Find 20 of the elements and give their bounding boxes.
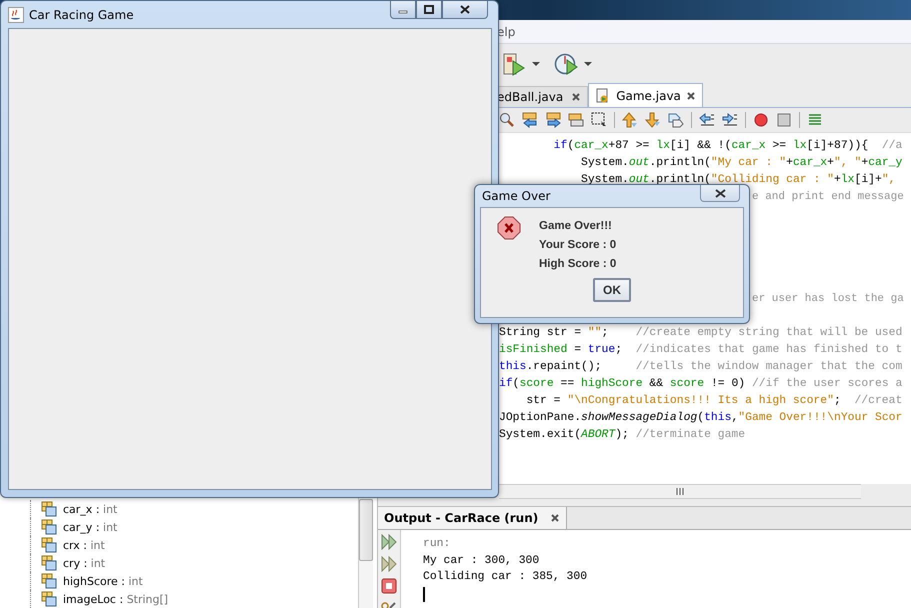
console-line: My car : 300, 300	[423, 554, 540, 568]
message-text: Your Score : 0	[539, 238, 616, 253]
message-text: Game Over!!!	[539, 219, 613, 234]
code-line: JOptionPane.showMessageDialog(this,"Game Over!!!\nYour Scor	[499, 410, 902, 426]
console-line: run:	[423, 537, 450, 552]
dialog-title: Game Over	[482, 189, 550, 203]
window-title: Car Racing Game	[29, 8, 134, 22]
code-line: isFinished = true; //indicates that game has finished to t	[499, 342, 902, 358]
code-line: String str = ""; //create empty string that will be used	[499, 326, 902, 341]
code-line: System.out.println("Colliding car : "+lx[i]+",	[581, 172, 896, 188]
code-line: er user has lost the ga	[752, 292, 904, 307]
code-line: str = "\nCongratulations!!! Its a high score"; //creat	[525, 394, 902, 409]
message-text: High Score : 0	[539, 257, 616, 272]
console-line: Colliding car : 385, 300	[423, 570, 588, 585]
code-line: System.exit(ABORT); //terminate game	[499, 428, 746, 443]
code-line: if(score == highScore && score != 0) //if the user scores a	[499, 376, 902, 392]
code-line: System.out.println("My car : "+car_x+", "+car_y	[581, 156, 902, 171]
code-line: if(car_x+87 >= lx[i] && !(car_x >= lx[i]+87)){ //a	[554, 138, 902, 154]
code-line: this.repaint(); //tells the window manager that the com	[499, 360, 902, 375]
code-line: e and print end message	[752, 190, 904, 205]
